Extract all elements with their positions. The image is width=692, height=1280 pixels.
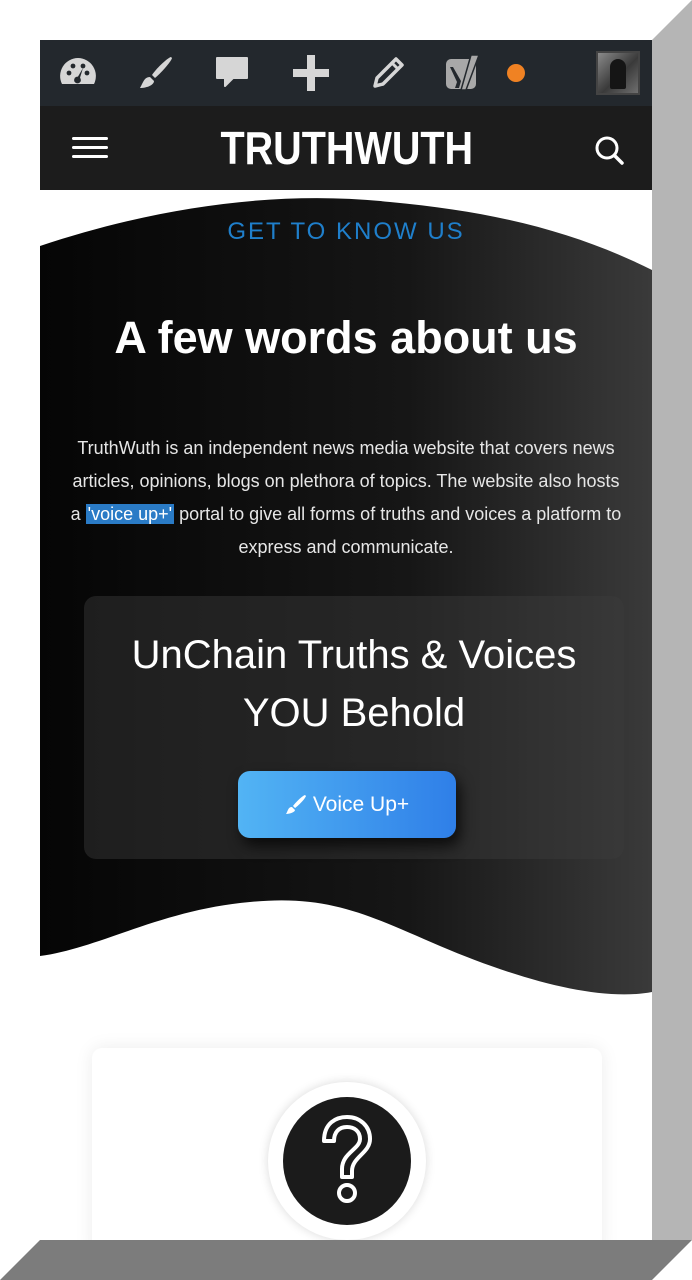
section-title: A few words about us (114, 312, 578, 363)
about-text-end: portal to give all forms of truths and v… (174, 504, 622, 557)
question-mark-icon (283, 1097, 411, 1225)
admin-bar (40, 40, 652, 106)
frame-right-border (652, 0, 692, 1280)
comments-icon[interactable] (212, 53, 252, 93)
new-plus-icon[interactable] (291, 53, 331, 93)
search-icon[interactable] (592, 133, 626, 167)
cta-title: UnChain Truths & Voices YOU Behold (84, 626, 624, 742)
edit-pencil-icon[interactable] (368, 53, 408, 93)
yoast-seo-icon[interactable] (444, 53, 484, 93)
user-avatar[interactable] (596, 51, 640, 95)
brush-icon (285, 794, 306, 814)
cta-title-line1: UnChain Truths & Voices (131, 633, 577, 677)
frame-bottom-border (0, 1240, 692, 1280)
dashboard-icon[interactable] (58, 53, 98, 93)
about-description: TruthWuth is an independent news media w… (68, 432, 624, 564)
notification-dot (507, 64, 525, 82)
voice-up-highlight: 'voice up+' (85, 504, 175, 524)
site-header: TRUTHWUTH (40, 106, 652, 190)
voice-up-button-label: Voice Up+ (312, 792, 410, 816)
section-eyebrow: GET TO KNOW US (227, 218, 465, 245)
hamburger-menu-icon[interactable] (70, 133, 110, 163)
customize-brush-icon[interactable] (136, 53, 176, 93)
browser-viewport: TRUTHWUTH GET TO KNOW US A few words abo… (40, 40, 652, 1240)
cta-title-line2: YOU Behold (242, 691, 466, 735)
site-logo[interactable]: TRUTHWUTH (220, 116, 473, 180)
voice-up-button[interactable]: Voice Up+ (238, 771, 456, 838)
